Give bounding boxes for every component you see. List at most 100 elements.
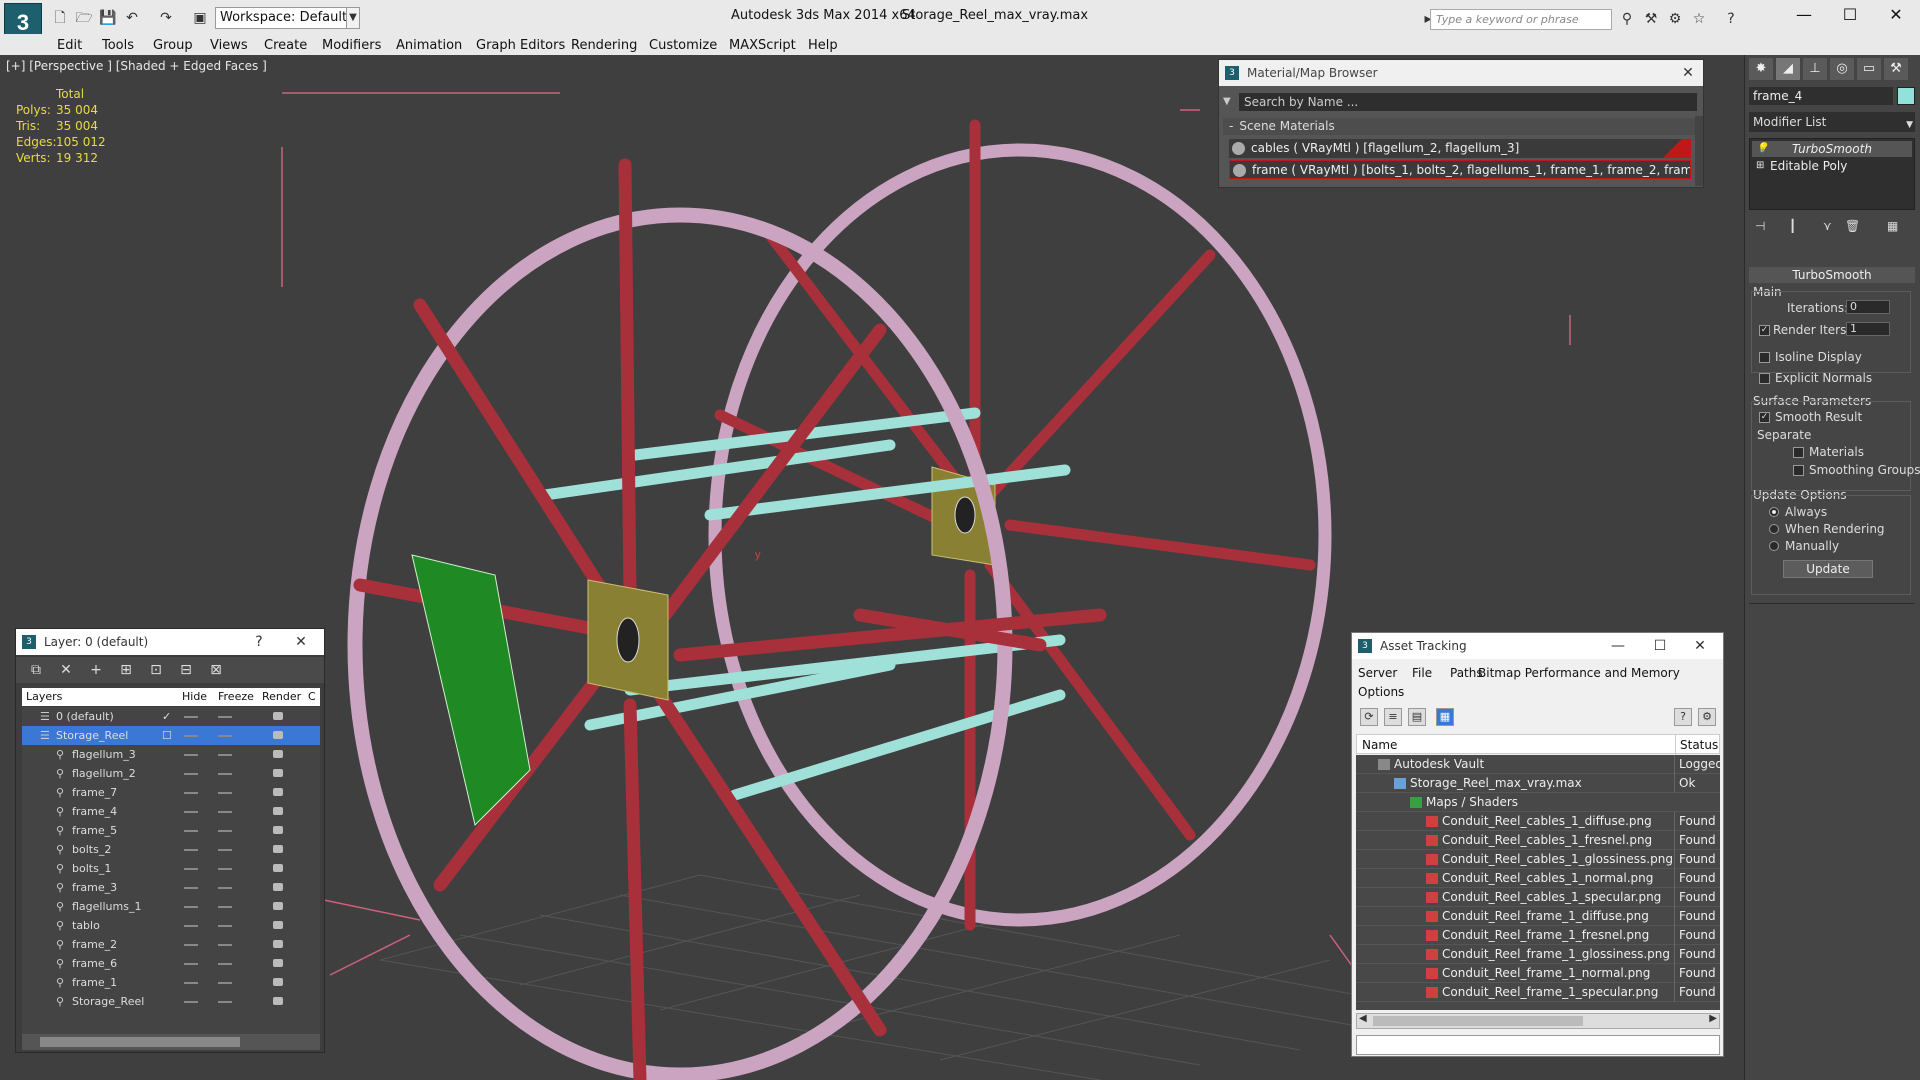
render-teapot-icon[interactable] [273,769,283,777]
toggle-dash[interactable] [218,868,232,870]
object-color-swatch[interactable] [1897,87,1915,105]
toggle-dash[interactable] [218,830,232,832]
lightbulb-icon[interactable]: 💡 [1756,141,1768,157]
toggle-dash[interactable] [184,868,198,870]
toggle-dash[interactable] [184,925,198,927]
render-teapot-icon[interactable] [273,997,283,1005]
settings-icon[interactable]: ⚙ [1698,708,1716,726]
layer-row[interactable]: ☰ 0 (default) ✓ [22,707,320,726]
column-name[interactable]: Name [1362,735,1397,755]
always-radio[interactable] [1769,507,1779,517]
render-teapot-icon[interactable] [273,731,283,739]
manually-radio[interactable] [1769,541,1779,551]
set-current-box-icon[interactable]: ☐ [162,726,172,745]
turbosmooth-rollout-header[interactable]: TurboSmooth [1749,267,1915,283]
stack-item-editable-poly[interactable]: ⊞ Editable Poly [1752,158,1912,174]
menu-rendering[interactable]: Rendering [571,38,637,53]
scroll-left-icon[interactable]: ◀ [1359,1013,1367,1024]
stack-item-turbosmooth[interactable]: 💡 TurboSmooth [1752,141,1912,157]
render-teapot-icon[interactable] [273,807,283,815]
layer-explorer-title[interactable]: 3 Layer: 0 (default) ? ✕ [16,629,324,655]
layer-row[interactable]: ⚲ bolts_1 [22,859,320,878]
render-teapot-icon[interactable] [273,902,283,910]
render-teapot-icon[interactable] [273,788,283,796]
asset-row[interactable]: Conduit_Reel_frame_1_diffuse.png Found [1356,907,1720,926]
new-file-icon[interactable]: 🗋 [50,8,70,28]
smoothing-groups-checkbox[interactable] [1793,465,1804,476]
layer-row[interactable]: ⚲ Storage_Reel [22,992,320,1011]
menu-group[interactable]: Group [153,38,193,53]
menu-modifiers[interactable]: Modifiers [322,38,381,53]
asset-row[interactable]: Storage_Reel_max_vray.max Ok [1356,774,1720,793]
render-teapot-icon[interactable] [273,712,283,720]
asset-row[interactable]: Conduit_Reel_frame_1_normal.png Found [1356,964,1720,983]
menu-server[interactable]: Server [1358,666,1397,680]
menu-options[interactable]: Options [1358,685,1404,699]
toggle-dash[interactable] [218,716,232,718]
toggle-dash[interactable] [184,830,198,832]
binoculars-icon[interactable]: ⚲ [1617,9,1637,29]
render-teapot-icon[interactable] [273,845,283,853]
toggle-dash[interactable] [218,811,232,813]
table-view-icon[interactable]: ▦ [1436,708,1454,726]
asset-row[interactable]: Conduit_Reel_frame_1_specular.png Found [1356,983,1720,1002]
minimize-button[interactable]: — [1781,0,1827,30]
chevron-down-icon[interactable]: ▼ [346,7,360,29]
make-unique-icon[interactable]: ⋎ [1823,219,1832,233]
render-teapot-icon[interactable] [273,750,283,758]
utilities-tab-icon[interactable]: ⚒ [1884,58,1908,80]
favorites-star-icon[interactable]: ☆ [1689,9,1709,29]
material-browser-title[interactable]: 3 Material/Map Browser ✕ [1219,60,1703,86]
layer-row[interactable]: ⚲ tablo [22,916,320,935]
viewport-label[interactable]: [+] [Perspective ] [Shaded + Edged Faces… [6,59,267,73]
asset-row[interactable]: Maps / Shaders [1356,793,1720,812]
toggle-dash[interactable] [218,963,232,965]
menu-edit[interactable]: Edit [57,38,82,53]
add-layer-icon[interactable]: + [86,661,106,679]
help-icon[interactable]: ? [244,629,274,655]
toggle-dash[interactable] [218,773,232,775]
column-render[interactable]: Render [262,688,301,706]
close-button[interactable]: ✕ [1873,0,1919,30]
redo-icon[interactable]: ↷ [156,8,176,28]
motion-tab-icon[interactable]: ◎ [1830,58,1854,80]
save-file-icon[interactable]: 💾 [98,8,118,28]
asset-row[interactable]: Conduit_Reel_cables_1_diffuse.png Found [1356,812,1720,831]
layer-row[interactable]: ⚲ frame_2 [22,935,320,954]
toggle-dash[interactable] [184,944,198,946]
column-c[interactable]: C [308,688,316,706]
when-rendering-radio[interactable] [1769,524,1779,534]
project-folder-icon[interactable]: ▣ [190,8,210,28]
layer-hscroll[interactable] [22,1034,320,1050]
close-icon[interactable]: ✕ [1673,60,1703,86]
render-teapot-icon[interactable] [273,978,283,986]
show-end-result-icon[interactable]: ┃ [1789,219,1796,233]
list-view-icon[interactable]: ≡ [1384,708,1402,726]
asset-hscroll[interactable]: ◀ ▶ [1356,1013,1720,1029]
render-teapot-icon[interactable] [273,826,283,834]
column-freeze[interactable]: Freeze [218,688,254,706]
toggle-dash[interactable] [184,716,198,718]
render-teapot-icon[interactable] [273,921,283,929]
display-tab-icon[interactable]: ▭ [1857,58,1881,80]
layer-row[interactable]: ⚲ frame_7 [22,783,320,802]
toggle-dash[interactable] [184,754,198,756]
menu-views[interactable]: Views [210,38,248,53]
help-icon[interactable]: ? [1721,9,1741,29]
maximize-button[interactable]: ☐ [1827,0,1873,30]
communication-icon[interactable]: ⚙ [1665,9,1685,29]
toggle-dash[interactable] [184,906,198,908]
toggle-dash[interactable] [218,944,232,946]
column-status[interactable]: Status [1675,735,1718,755]
toggle-dash[interactable] [184,887,198,889]
delete-layer-icon[interactable]: ✕ [56,661,76,679]
explicit-normals-checkbox[interactable] [1759,373,1770,384]
asset-tracking-title[interactable]: 3 Asset Tracking — ☐ ✕ [1352,633,1723,659]
expand-icon[interactable]: ⊞ [1756,158,1764,174]
scene-materials-group[interactable]: - Scene Materials [1223,118,1697,135]
options-arrow-icon[interactable]: ▼ [1223,96,1231,107]
render-teapot-icon[interactable] [273,959,283,967]
render-iters-checkbox[interactable]: ✓ [1759,325,1770,336]
asset-row[interactable]: Conduit_Reel_frame_1_glossiness.png Found [1356,945,1720,964]
scroll-right-icon[interactable]: ▶ [1709,1013,1717,1024]
